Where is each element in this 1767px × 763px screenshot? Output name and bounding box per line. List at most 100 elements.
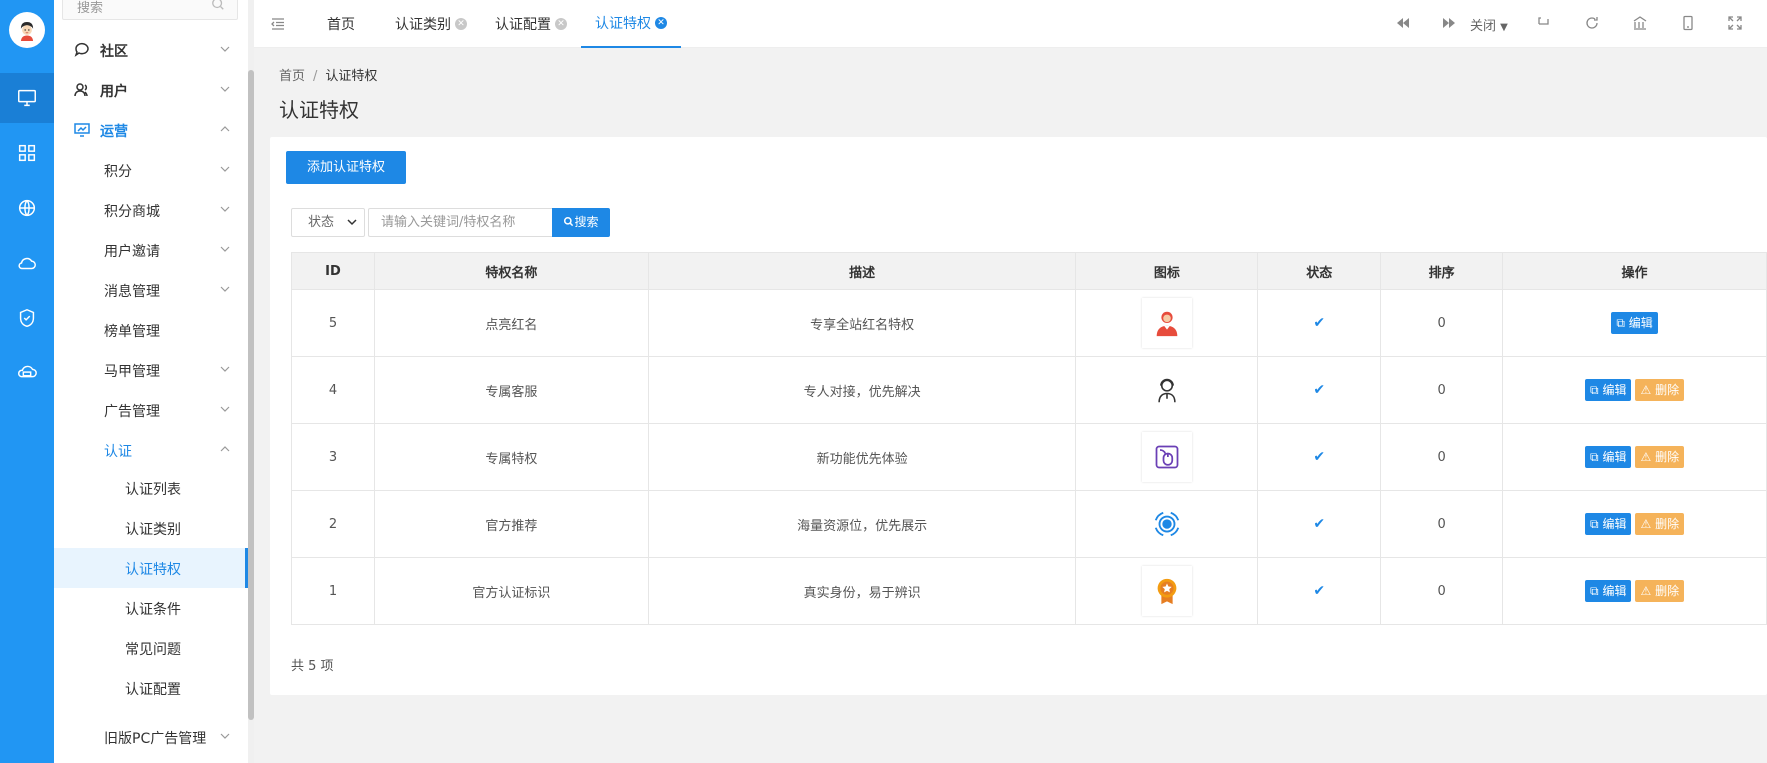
tab-cert-privilege[interactable]: 认证特权 ✕ [581, 0, 681, 48]
page-title: 认证特权 [279, 98, 359, 122]
sidebar-item-user-invite[interactable]: 用户邀请 [54, 230, 248, 270]
rail-cloud-icon[interactable] [0, 238, 54, 288]
status-select-label: 状态 [308, 215, 335, 230]
copy-icon: ⧉ [1590, 383, 1599, 397]
edit-button[interactable]: ⧉ 编辑 [1585, 513, 1632, 535]
search-button-label: 搜索 [574, 215, 599, 229]
sidebar-item-cert-privilege[interactable]: 认证特权 [54, 548, 248, 588]
rail-globe-icon[interactable] [0, 183, 54, 233]
sidebar-item-ads[interactable]: 广告管理 [54, 390, 248, 430]
delete-button[interactable]: ⚠ 删除 [1635, 446, 1685, 468]
monitor-chart-icon [74, 123, 90, 137]
warning-icon: ⚠ [1640, 383, 1652, 397]
sidebar-item-label: 积分商城 [104, 204, 160, 220]
breadcrumb-separator: / [313, 69, 318, 84]
header-id[interactable]: ID [291, 252, 375, 290]
breadcrumb-home[interactable]: 首页 [279, 69, 305, 84]
tab-close-icon[interactable]: ✕ [455, 18, 467, 30]
header-desc[interactable]: 描述 [647, 252, 1077, 290]
status-select[interactable]: 状态 [291, 208, 365, 237]
keyword-search-input[interactable]: 请输入关键词/特权名称 [368, 208, 552, 237]
header-icon[interactable]: 图标 [1075, 252, 1259, 290]
delete-label: 删除 [1655, 383, 1680, 397]
sidebar-item-label: 马甲管理 [104, 364, 160, 380]
sidebar-item-certification[interactable]: 认证 [54, 430, 248, 470]
tab-cert-category[interactable]: 认证类别 ✕ [395, 0, 467, 48]
sidebar-item-messages[interactable]: 消息管理 [54, 270, 248, 310]
secondary-sidebar: 搜索 社区 用户 运营 积分 积分商城 用户邀请 消息管理 榜单管理 马甲管理 [54, 0, 248, 763]
cell-sort: 0 [1380, 423, 1504, 491]
mobile-icon[interactable] [1680, 15, 1698, 33]
medal-icon [1141, 566, 1192, 616]
chevron-down-icon [220, 166, 230, 172]
edit-button[interactable]: ⧉ 编辑 [1585, 446, 1632, 468]
tab-next-icon[interactable] [1441, 15, 1459, 33]
sidebar-item-vest[interactable]: 马甲管理 [54, 350, 248, 390]
edit-label: 编辑 [1628, 316, 1653, 330]
edit-button[interactable]: ⧉ 编辑 [1585, 580, 1632, 602]
tab-close-icon[interactable]: ✕ [655, 17, 667, 29]
header-sort[interactable]: 排序 [1380, 252, 1504, 290]
sidebar-item-faq[interactable]: 常见问题 [54, 628, 248, 668]
sidebar-item-cert-list[interactable]: 认证列表 [54, 468, 248, 508]
sidebar-item-label: 用户 [100, 84, 128, 100]
tab-prev-icon[interactable] [1395, 15, 1413, 33]
cell-actions: ⧉ 编辑 [1502, 289, 1767, 357]
sidebar-item-label: 广告管理 [104, 404, 160, 420]
refresh-icon[interactable] [1584, 15, 1602, 33]
tab-home[interactable]: 首页 [327, 0, 355, 48]
sidebar-item-rankings[interactable]: 榜单管理 [54, 310, 248, 350]
cell-status: ✔ [1257, 557, 1382, 625]
sidebar-item-community[interactable]: 社区 [54, 30, 248, 70]
undo-icon[interactable] [1536, 15, 1554, 33]
sidebar-scrollbar[interactable] [248, 0, 254, 763]
delete-label: 删除 [1655, 584, 1680, 598]
breadcrumb: 首页 / 认证特权 [279, 65, 377, 84]
cell-desc: 新功能优先体验 [647, 423, 1077, 491]
header-name[interactable]: 特权名称 [373, 252, 649, 290]
sidebar-item-label: 常见问题 [125, 642, 181, 658]
tab-close-icon[interactable]: ✕ [555, 18, 567, 30]
delete-button[interactable]: ⚠ 删除 [1635, 379, 1685, 401]
edit-label: 编辑 [1602, 517, 1627, 531]
bank-icon[interactable] [1632, 15, 1650, 33]
rail-shield-icon[interactable] [0, 293, 54, 343]
header-status[interactable]: 状态 [1257, 252, 1382, 290]
user-avatar[interactable] [9, 12, 45, 48]
close-dropdown[interactable]: 关闭 ▼ [1470, 15, 1508, 34]
close-dropdown-label: 关闭 [1470, 19, 1497, 34]
sidebar-item-label: 认证条件 [125, 602, 181, 618]
rail-monitor-icon[interactable] [0, 73, 54, 123]
rail-cloud-server-icon[interactable] [0, 348, 54, 398]
tab-label: 认证类别 [395, 17, 451, 33]
sidebar-item-cert-category[interactable]: 认证类别 [54, 508, 248, 548]
cell-icon [1075, 356, 1259, 424]
rail-grid-icon[interactable] [0, 128, 54, 178]
search-button[interactable]: 搜索 [552, 208, 610, 237]
sidebar-item-cert-config[interactable]: 认证配置 [54, 668, 248, 708]
tab-cert-config[interactable]: 认证配置 ✕ [495, 0, 567, 48]
menu-fold-icon[interactable] [270, 16, 286, 32]
sidebar-item-users[interactable]: 用户 [54, 70, 248, 110]
scrollbar-thumb[interactable] [248, 70, 254, 720]
cell-id: 1 [291, 557, 375, 625]
sidebar-item-cert-condition[interactable]: 认证条件 [54, 588, 248, 628]
delete-button[interactable]: ⚠ 删除 [1635, 580, 1685, 602]
check-icon: ✔ [1313, 382, 1326, 398]
sidebar-item-operations[interactable]: 运营 [54, 110, 248, 150]
edit-button[interactable]: ⧉ 编辑 [1611, 312, 1658, 334]
sidebar-item-legacy-pc-ads[interactable]: 旧版PC广告管理 [54, 717, 248, 757]
sidebar-search-input[interactable]: 搜索 [62, 0, 238, 20]
cell-name: 专属特权 [373, 423, 649, 491]
edit-button[interactable]: ⧉ 编辑 [1585, 379, 1632, 401]
sidebar-item-label: 认证 [104, 444, 132, 460]
delete-button[interactable]: ⚠ 删除 [1635, 513, 1685, 535]
tab-label: 认证配置 [495, 17, 551, 33]
fullscreen-icon[interactable] [1727, 15, 1745, 33]
add-privilege-button[interactable]: 添加认证特权 [286, 151, 406, 184]
cell-desc: 海量资源位，优先展示 [647, 490, 1077, 558]
chevron-down-icon [220, 246, 230, 252]
sidebar-item-points[interactable]: 积分 [54, 150, 248, 190]
sidebar-item-label: 榜单管理 [104, 324, 160, 340]
sidebar-item-points-mall[interactable]: 积分商城 [54, 190, 248, 230]
